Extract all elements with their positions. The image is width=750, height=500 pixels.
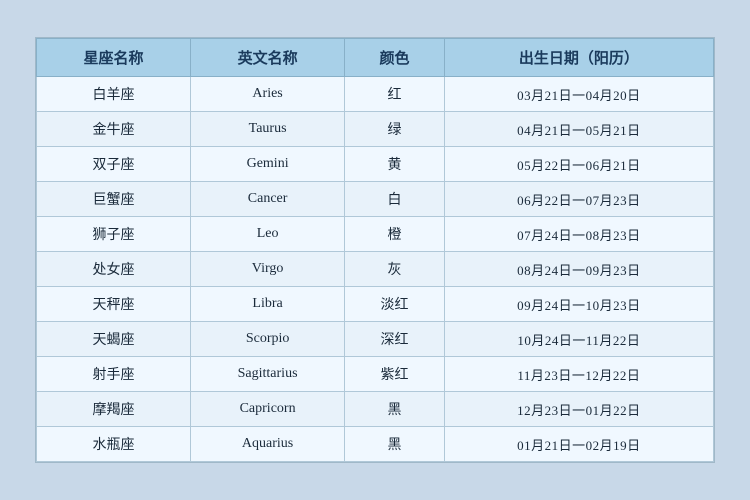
cell-dates: 08月24日一09月23日 <box>444 252 713 287</box>
cell-color: 黄 <box>345 147 445 182</box>
cell-chinese-name: 水瓶座 <box>37 427 191 462</box>
cell-color: 黑 <box>345 427 445 462</box>
cell-chinese-name: 金牛座 <box>37 112 191 147</box>
table-row: 水瓶座Aquarius黑01月21日一02月19日 <box>37 427 714 462</box>
table-row: 摩羯座Capricorn黑12月23日一01月22日 <box>37 392 714 427</box>
zodiac-table: 星座名称 英文名称 颜色 出生日期（阳历） 白羊座Aries红03月21日一04… <box>36 38 714 462</box>
cell-english-name: Aries <box>191 77 345 112</box>
cell-chinese-name: 狮子座 <box>37 217 191 252</box>
cell-chinese-name: 天秤座 <box>37 287 191 322</box>
cell-english-name: Leo <box>191 217 345 252</box>
cell-english-name: Sagittarius <box>191 357 345 392</box>
cell-english-name: Scorpio <box>191 322 345 357</box>
cell-english-name: Taurus <box>191 112 345 147</box>
cell-dates: 01月21日一02月19日 <box>444 427 713 462</box>
cell-color: 淡红 <box>345 287 445 322</box>
header-color: 颜色 <box>345 39 445 77</box>
cell-dates: 04月21日一05月21日 <box>444 112 713 147</box>
cell-dates: 09月24日一10月23日 <box>444 287 713 322</box>
cell-dates: 06月22日一07月23日 <box>444 182 713 217</box>
cell-color: 紫红 <box>345 357 445 392</box>
cell-color: 黑 <box>345 392 445 427</box>
cell-english-name: Virgo <box>191 252 345 287</box>
cell-color: 深红 <box>345 322 445 357</box>
table-row: 双子座Gemini黄05月22日一06月21日 <box>37 147 714 182</box>
cell-chinese-name: 处女座 <box>37 252 191 287</box>
cell-english-name: Libra <box>191 287 345 322</box>
cell-english-name: Cancer <box>191 182 345 217</box>
cell-color: 橙 <box>345 217 445 252</box>
table-row: 射手座Sagittarius紫红11月23日一12月22日 <box>37 357 714 392</box>
table-header-row: 星座名称 英文名称 颜色 出生日期（阳历） <box>37 39 714 77</box>
zodiac-table-container: 星座名称 英文名称 颜色 出生日期（阳历） 白羊座Aries红03月21日一04… <box>35 37 715 463</box>
cell-color: 灰 <box>345 252 445 287</box>
cell-chinese-name: 白羊座 <box>37 77 191 112</box>
cell-color: 红 <box>345 77 445 112</box>
cell-english-name: Aquarius <box>191 427 345 462</box>
table-row: 处女座Virgo灰08月24日一09月23日 <box>37 252 714 287</box>
cell-dates: 11月23日一12月22日 <box>444 357 713 392</box>
table-row: 天蝎座Scorpio深红10月24日一11月22日 <box>37 322 714 357</box>
cell-dates: 07月24日一08月23日 <box>444 217 713 252</box>
cell-dates: 03月21日一04月20日 <box>444 77 713 112</box>
table-row: 天秤座Libra淡红09月24日一10月23日 <box>37 287 714 322</box>
cell-chinese-name: 双子座 <box>37 147 191 182</box>
cell-chinese-name: 摩羯座 <box>37 392 191 427</box>
table-row: 金牛座Taurus绿04月21日一05月21日 <box>37 112 714 147</box>
header-birth-date: 出生日期（阳历） <box>444 39 713 77</box>
cell-chinese-name: 巨蟹座 <box>37 182 191 217</box>
cell-dates: 10月24日一11月22日 <box>444 322 713 357</box>
header-english-name: 英文名称 <box>191 39 345 77</box>
table-row: 狮子座Leo橙07月24日一08月23日 <box>37 217 714 252</box>
header-chinese-name: 星座名称 <box>37 39 191 77</box>
cell-dates: 12月23日一01月22日 <box>444 392 713 427</box>
cell-chinese-name: 射手座 <box>37 357 191 392</box>
table-row: 巨蟹座Cancer白06月22日一07月23日 <box>37 182 714 217</box>
table-row: 白羊座Aries红03月21日一04月20日 <box>37 77 714 112</box>
cell-english-name: Capricorn <box>191 392 345 427</box>
cell-color: 绿 <box>345 112 445 147</box>
cell-dates: 05月22日一06月21日 <box>444 147 713 182</box>
cell-color: 白 <box>345 182 445 217</box>
cell-chinese-name: 天蝎座 <box>37 322 191 357</box>
cell-english-name: Gemini <box>191 147 345 182</box>
